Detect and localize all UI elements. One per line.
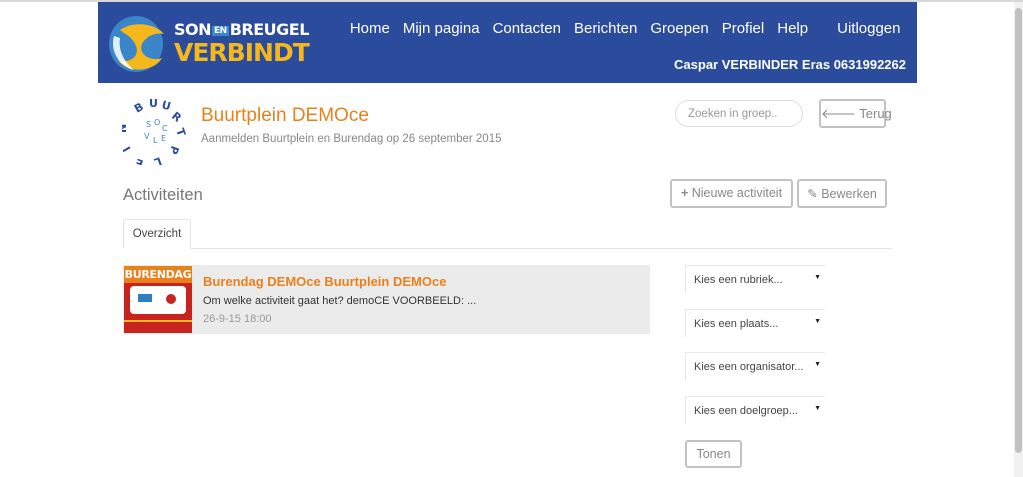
filter-plaats-select[interactable]: Kies een plaats... ▼ [685, 309, 825, 337]
group-title[interactable]: Buurtplein DEMOce [201, 105, 369, 127]
site-logo[interactable]: SON EN BREUGEL VERBINDT [106, 10, 310, 76]
caret-down-icon: ▼ [814, 405, 821, 412]
nav-help[interactable]: Help [771, 20, 815, 37]
group-logo: B U U R T P L E I N SOC VLE [116, 97, 188, 170]
nav-home[interactable]: Home [343, 20, 396, 37]
scrollbar-thumb[interactable] [1015, 8, 1022, 453]
tabs-divider [123, 248, 892, 249]
filter-organisator-select[interactable]: Kies een organisator... ▼ [685, 352, 825, 380]
logo-word-verbindt: VERBINDT [174, 38, 310, 67]
svg-text:B: B [132, 100, 146, 115]
arrow-left-icon: 🡐 [821, 106, 856, 121]
svg-text:R: R [169, 109, 184, 125]
caret-down-icon: ▼ [814, 274, 821, 281]
edit-button-label: Bewerken [821, 187, 877, 201]
svg-text:T: T [173, 127, 188, 139]
activity-description: Om welke activiteit gaat het? demoCE VOO… [203, 295, 477, 307]
thumbnail-footer [124, 320, 192, 333]
svg-text:E: E [134, 156, 146, 165]
pencil-icon: ✎ [807, 187, 818, 201]
thumbnail-banner: BURENDAG [124, 266, 192, 283]
svg-text:U: U [160, 98, 172, 113]
buurtplein-logo-icon: B U U R T P L E I N SOC VLE [116, 97, 188, 170]
filter-doelgroep-label: Kies een doelgroep... [694, 405, 798, 417]
filter-rubriek-select[interactable]: Kies een rubriek... ▼ [685, 265, 825, 293]
scrollbar[interactable] [1014, 2, 1023, 477]
svg-text:N: N [122, 124, 129, 133]
nav-berichten[interactable]: Berichten [567, 20, 643, 37]
svg-text:L: L [152, 154, 163, 165]
svg-text:L: L [153, 136, 158, 145]
svg-text:E: E [161, 134, 166, 143]
svg-text:V: V [144, 132, 150, 141]
svg-text:I: I [122, 144, 134, 154]
nav-groepen[interactable]: Groepen [644, 20, 715, 37]
new-activity-label: Nieuwe activiteit [691, 186, 783, 200]
tab-overzicht[interactable]: Overzicht [123, 219, 191, 249]
filter-plaats-label: Kies een plaats... [694, 318, 779, 330]
caret-down-icon: ▼ [814, 318, 821, 325]
logo-word-son: SON [174, 20, 212, 39]
logo-word-en: EN [212, 25, 229, 36]
activity-thumbnail[interactable]: BURENDAG [124, 266, 192, 333]
top-navbar: SON EN BREUGEL VERBINDT Home Mijn pagina C… [98, 2, 917, 83]
logo-swirl-icon [109, 16, 164, 72]
svg-text:P: P [166, 144, 181, 156]
plus-icon: + [680, 186, 689, 200]
current-user[interactable]: Caspar VERBINDER Eras 0631992262 [674, 57, 906, 72]
filter-rubriek-label: Kies een rubriek... [694, 274, 783, 286]
logo-word-breugel: BREUGEL [229, 20, 310, 39]
svg-text:S: S [146, 120, 151, 129]
filter-doelgroep-select[interactable]: Kies een doelgroep... ▼ [685, 396, 825, 424]
show-button[interactable]: Tonen [685, 440, 742, 468]
group-search-input[interactable] [675, 100, 803, 127]
filter-organisator-label: Kies een organisator... [694, 361, 804, 373]
back-button-label: Terug [859, 106, 892, 121]
main-nav: Home Mijn pagina Contacten Berichten Gro… [343, 20, 907, 37]
nav-profiel[interactable]: Profiel [715, 20, 771, 37]
logo-text-top: SON EN BREUGEL [174, 20, 309, 39]
new-activity-button[interactable]: + Nieuwe activiteit [670, 179, 793, 208]
thumbnail-cup-logo [166, 294, 176, 304]
svg-text:C: C [162, 124, 168, 133]
edit-button[interactable]: ✎ Bewerken [797, 179, 887, 208]
activity-title[interactable]: Burendag DEMOce Buurtplein DEMOce [203, 274, 446, 289]
nav-contacten[interactable]: Contacten [486, 20, 567, 37]
nav-logout[interactable]: Uitloggen [831, 20, 907, 37]
activity-item[interactable]: BURENDAG Burendag DEMOce Buurtplein DEMO… [123, 265, 650, 334]
caret-down-icon: ▼ [814, 361, 821, 368]
nav-mijn-pagina[interactable]: Mijn pagina [396, 20, 486, 37]
svg-text:O: O [154, 118, 160, 127]
activity-date: 26-9-15 18:00 [203, 313, 272, 325]
svg-text:U: U [149, 97, 158, 110]
thumbnail-cup-label [138, 294, 152, 302]
back-button[interactable]: 🡐 Terug [819, 99, 892, 128]
section-title: Activiteiten [123, 186, 203, 204]
group-subtitle: Aanmelden Buurtplein en Burendag op 26 s… [201, 133, 502, 145]
